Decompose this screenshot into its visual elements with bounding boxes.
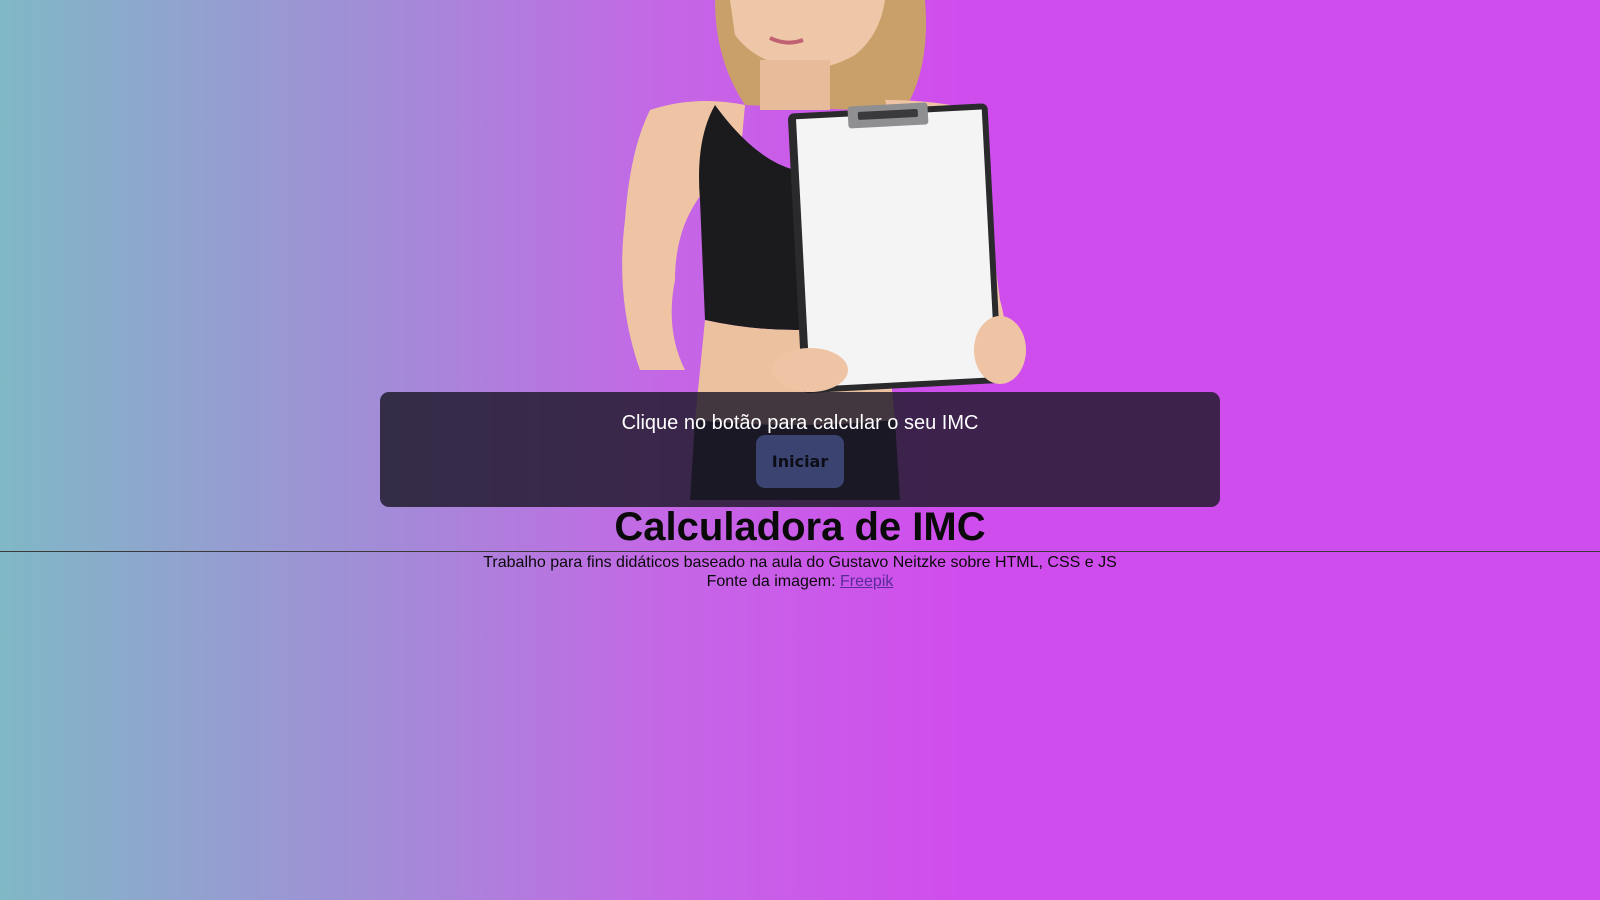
image-credit: Fonte da imagem: Freepik	[0, 572, 1600, 591]
prompt-text: Clique no botão para calcular o seu IMC	[621, 412, 979, 434]
divider	[0, 551, 1600, 552]
footer-description: Trabalho para fins didáticos baseado na …	[483, 554, 1117, 571]
start-panel: Clique no botão para calcular o seu IMC …	[380, 392, 1220, 507]
footer: Trabalho para fins didáticos baseado na …	[0, 553, 1600, 591]
freepik-link[interactable]: Freepik	[840, 573, 893, 590]
image-credit-label: Fonte da imagem:	[706, 573, 841, 590]
page-title: Calculadora de IMC	[614, 505, 986, 549]
start-button[interactable]: Iniciar	[756, 435, 844, 488]
